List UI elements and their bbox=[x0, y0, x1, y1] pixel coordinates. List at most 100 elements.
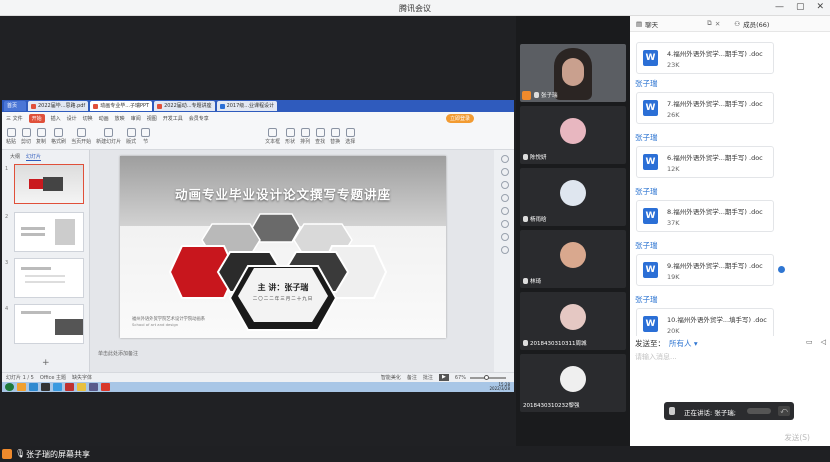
maximize-icon[interactable]: ▢ bbox=[796, 2, 805, 12]
replace-button[interactable]: 替换 bbox=[330, 128, 340, 145]
cut-button[interactable]: 剪切 bbox=[21, 128, 31, 145]
participant-tile[interactable]: 2018430310232黎强 bbox=[520, 354, 626, 412]
file-card[interactable]: W 10.福州外语外贸学...填手写) .doc 20K bbox=[636, 308, 774, 336]
beautify-button[interactable]: 智能美化 bbox=[381, 374, 401, 381]
add-slide-button[interactable]: + bbox=[42, 358, 50, 368]
current-slide[interactable]: 动画专业毕业设计论文撰写专题讲座 主 讲：张子瑞 二〇二二年三月二十九日 福州外… bbox=[120, 156, 446, 338]
theme-name: Office 主题 bbox=[39, 375, 67, 381]
menu-devtools[interactable]: 开发工具 bbox=[163, 115, 183, 122]
menu-insert[interactable]: 插入 bbox=[51, 115, 61, 122]
scissors-icon bbox=[21, 128, 31, 137]
chat-input[interactable]: 请输入消息... bbox=[635, 352, 677, 362]
tab-ppt-active[interactable]: 动画专业毕...子瑞PPT bbox=[90, 101, 153, 111]
shape-button[interactable]: 形状 bbox=[285, 128, 295, 145]
slide-thumbnail-3[interactable] bbox=[14, 258, 84, 298]
meeting-icon[interactable] bbox=[53, 383, 62, 391]
slide-thumbnail-2[interactable] bbox=[14, 212, 84, 252]
slide-thumbnail-1[interactable] bbox=[14, 164, 84, 204]
browser-icon[interactable] bbox=[17, 383, 26, 391]
menu-start[interactable]: 开始 bbox=[28, 114, 45, 123]
participant-tile[interactable]: 杨雨晗 bbox=[520, 168, 626, 226]
minimize-icon[interactable]: — bbox=[775, 2, 784, 12]
mute-chat-icon[interactable]: ◁ bbox=[821, 338, 826, 346]
find-button[interactable]: 查找 bbox=[315, 128, 325, 145]
mic-muted-icon bbox=[523, 154, 528, 160]
collapse-icon[interactable]: ⤺ bbox=[778, 406, 790, 416]
missing-font[interactable]: 缺失字体 bbox=[72, 374, 92, 381]
word-doc-icon: W bbox=[643, 262, 658, 278]
zoom-slider[interactable] bbox=[470, 374, 506, 380]
file-card[interactable]: W 8.福州外语外贸学...期手写) .doc 37K bbox=[636, 200, 774, 232]
tab-outline[interactable]: 大纲 bbox=[10, 153, 20, 161]
new-slide-button[interactable]: 新建幻灯片 bbox=[96, 128, 121, 145]
participant-tile[interactable]: 2018430310311周城 bbox=[520, 292, 626, 350]
tool-icon[interactable] bbox=[501, 194, 509, 202]
tool-icon[interactable] bbox=[501, 233, 509, 241]
menu-design[interactable]: 设计 bbox=[67, 115, 77, 122]
tab-ppt-2[interactable]: 2022届动...专题讲座 bbox=[154, 101, 215, 111]
participant-tile[interactable]: 林琦 bbox=[520, 230, 626, 288]
app-icon[interactable] bbox=[89, 383, 98, 391]
layout-button[interactable]: 版式 bbox=[126, 128, 136, 145]
menu-file[interactable]: 三 文件 bbox=[6, 115, 23, 122]
format-painter-button[interactable]: 格式刷 bbox=[51, 128, 66, 145]
file-upload-icon[interactable]: ▭ bbox=[806, 338, 813, 346]
popout-icon[interactable]: ⧉ bbox=[707, 19, 712, 28]
start-icon[interactable] bbox=[5, 383, 14, 391]
word-doc-icon: W bbox=[643, 208, 658, 224]
menu-animation[interactable]: 动画 bbox=[99, 115, 109, 122]
tab-home[interactable]: 首页 bbox=[4, 101, 26, 111]
wps-icon[interactable] bbox=[101, 383, 110, 391]
tool-icon[interactable] bbox=[501, 168, 509, 176]
login-button[interactable]: 立即登录 bbox=[445, 114, 474, 123]
file-card[interactable]: W 7.福州外语外贸学...期手写) .doc 26K bbox=[636, 92, 774, 124]
mic-muted-icon bbox=[523, 216, 528, 222]
section-button[interactable]: 节 bbox=[141, 128, 151, 145]
tab-members[interactable]: ⚇ 成员(66) bbox=[730, 19, 773, 29]
send-button[interactable]: 发送(S) bbox=[784, 432, 810, 443]
comment-button[interactable]: 批注 bbox=[423, 374, 433, 381]
tool-icon[interactable] bbox=[501, 246, 509, 254]
play-icon[interactable]: ▶ bbox=[438, 374, 449, 381]
notes-area[interactable]: 单击此处添加备注 bbox=[90, 346, 494, 360]
explorer-icon[interactable] bbox=[29, 383, 38, 391]
menu-transition[interactable]: 切换 bbox=[83, 115, 93, 122]
tool-icon[interactable] bbox=[501, 207, 509, 215]
arrange-icon bbox=[300, 128, 310, 137]
file-card[interactable]: W 4.福州外语外贸学...期手写) .doc 23K bbox=[636, 42, 774, 74]
tab-doc[interactable]: 2017级...业课程设计 bbox=[216, 101, 278, 111]
notes-button[interactable]: 备注 bbox=[407, 374, 417, 381]
select-button[interactable]: 选择 bbox=[345, 128, 355, 145]
arrange-button[interactable]: 排列 bbox=[300, 128, 310, 145]
tool-icon[interactable] bbox=[501, 155, 509, 163]
download-icon[interactable] bbox=[778, 266, 785, 273]
menu-member[interactable]: 会员专享 bbox=[189, 115, 209, 122]
participant-tile[interactable]: 陈悦妍 bbox=[520, 106, 626, 164]
tab-pdf[interactable]: 2022届毕...思路.pdf bbox=[28, 101, 89, 111]
tool-icon[interactable] bbox=[501, 181, 509, 189]
avatar bbox=[560, 180, 586, 206]
tab-slides[interactable]: 幻灯片 bbox=[26, 153, 42, 161]
paste-button[interactable]: 粘贴 bbox=[6, 128, 16, 145]
folder-icon[interactable] bbox=[77, 383, 86, 391]
qq-icon[interactable] bbox=[41, 383, 50, 391]
menu-view[interactable]: 视图 bbox=[147, 115, 157, 122]
thumb-number: 1 bbox=[5, 166, 9, 172]
tool-icon[interactable] bbox=[501, 220, 509, 228]
file-card[interactable]: W 9.福州外语外贸学...期手写) .doc 19K bbox=[636, 254, 774, 286]
play-from-current-button[interactable]: 当页开始 bbox=[71, 128, 91, 145]
copy-button[interactable]: 复制 bbox=[36, 128, 46, 145]
close-icon[interactable]: ✕ bbox=[816, 2, 824, 12]
textbox-button[interactable]: 文本框 bbox=[265, 128, 280, 145]
menu-review[interactable]: 审阅 bbox=[131, 115, 141, 122]
app-icon[interactable] bbox=[65, 383, 74, 391]
file-card[interactable]: W 6.福州外语外贸学...期手写) .doc 12K bbox=[636, 146, 774, 178]
send-to-dropdown[interactable]: 所有人 bbox=[669, 339, 692, 348]
participant-tile[interactable]: 张子瑞 bbox=[520, 44, 626, 102]
menu-slideshow[interactable]: 放映 bbox=[115, 115, 125, 122]
close-icon[interactable]: ✕ bbox=[715, 20, 720, 28]
word-doc-icon: W bbox=[643, 316, 658, 332]
tab-chat[interactable]: ▤ 聊天 ⧉ ✕ bbox=[632, 19, 724, 29]
sender-name: 张子瑞 bbox=[635, 133, 658, 142]
slide-thumbnail-4[interactable] bbox=[14, 304, 84, 344]
